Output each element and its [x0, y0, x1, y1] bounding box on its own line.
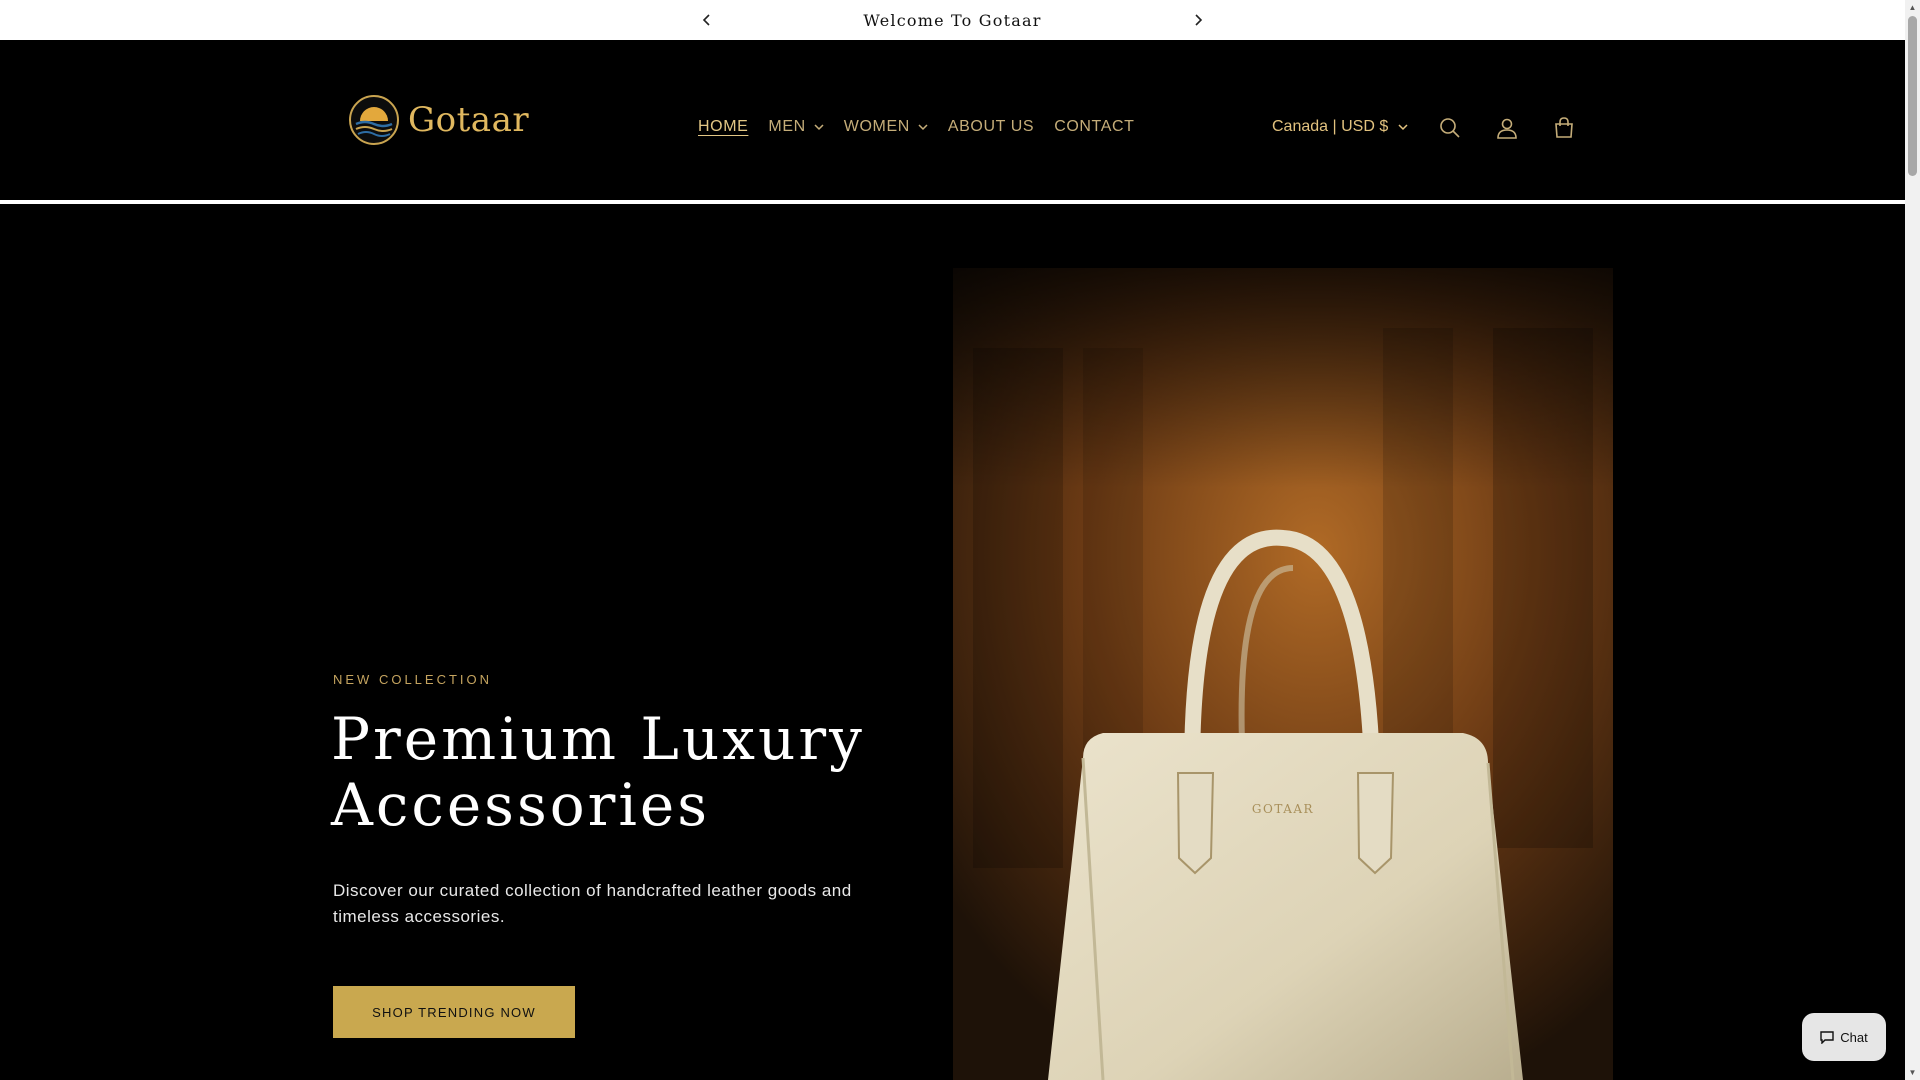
hero-kicker: NEW COLLECTION: [333, 672, 493, 687]
announcement-message: Welcome To Gotaar: [863, 10, 1042, 30]
shop-trending-button[interactable]: SHOP TRENDING NOW: [333, 986, 575, 1038]
country-selector[interactable]: Canada | USD $: [1272, 110, 1408, 144]
nav-item-label: WOMEN: [843, 118, 910, 135]
nav-item-label: MEN: [768, 118, 806, 135]
scroll-up-icon[interactable]: ▲: [1908, 3, 1917, 12]
scroll-thumb[interactable]: [1908, 16, 1917, 176]
logo-text: Gotaar: [408, 100, 530, 140]
scroll-down-icon[interactable]: ▼: [1908, 1068, 1917, 1077]
handbag-image: GOTAAR: [953, 268, 1613, 1080]
search-button[interactable]: [1428, 106, 1472, 150]
hero-section: NEW COLLECTION Premium Luxury Accessorie…: [0, 208, 1905, 1080]
logo-link[interactable]: Gotaar: [348, 94, 529, 146]
chevron-down-icon: [918, 124, 928, 131]
logo-emblem-icon: [349, 95, 399, 145]
hero-product-image: GOTAAR: [953, 268, 1613, 1080]
nav-item-label: HOME: [698, 118, 749, 135]
chevron-down-icon: [1398, 124, 1408, 131]
country-selector-label: Canada | USD $: [1272, 118, 1389, 135]
announcement-next-button[interactable]: [1184, 6, 1212, 34]
announcement-prev-button[interactable]: [693, 6, 721, 34]
nav-item-label: ABOUT US: [947, 118, 1035, 135]
cart-icon: [1555, 117, 1573, 138]
nav-item-label: CONTACT: [1054, 118, 1135, 135]
chevron-right-icon: [1195, 14, 1203, 26]
announcement-bar: Welcome To Gotaar: [0, 0, 1905, 40]
hero-subtext: Discover our curated collection of handc…: [333, 881, 852, 926]
hero-headline: Premium Luxury Accessories: [331, 705, 865, 839]
nav-item-home[interactable]: HOME: [688, 110, 758, 144]
main-nav: HOME MEN WOMEN ABOUT US CONTACT: [688, 110, 1145, 144]
chevron-left-icon: [702, 14, 710, 26]
site-header: Gotaar HOME MEN WOMEN ABOUT US CONTACT C…: [0, 40, 1905, 204]
chat-label: Chat: [1840, 1029, 1868, 1045]
account-icon: [1497, 118, 1517, 139]
search-icon: [1440, 118, 1460, 138]
account-button[interactable]: [1485, 106, 1529, 150]
nav-item-men[interactable]: MEN: [758, 110, 833, 144]
chat-button[interactable]: Chat: [1802, 1013, 1886, 1061]
nav-item-about-us[interactable]: ABOUT US: [938, 110, 1044, 144]
cart-button[interactable]: [1542, 106, 1586, 150]
chevron-down-icon: [814, 124, 824, 131]
nav-item-women[interactable]: WOMEN: [834, 110, 938, 144]
bag-brand-mark: GOTAAR: [1252, 802, 1314, 816]
nav-item-contact[interactable]: CONTACT: [1044, 110, 1144, 144]
page-scrollbar[interactable]: ▲ ▼: [1905, 0, 1920, 1080]
chat-bubble-icon: [1820, 1031, 1834, 1044]
